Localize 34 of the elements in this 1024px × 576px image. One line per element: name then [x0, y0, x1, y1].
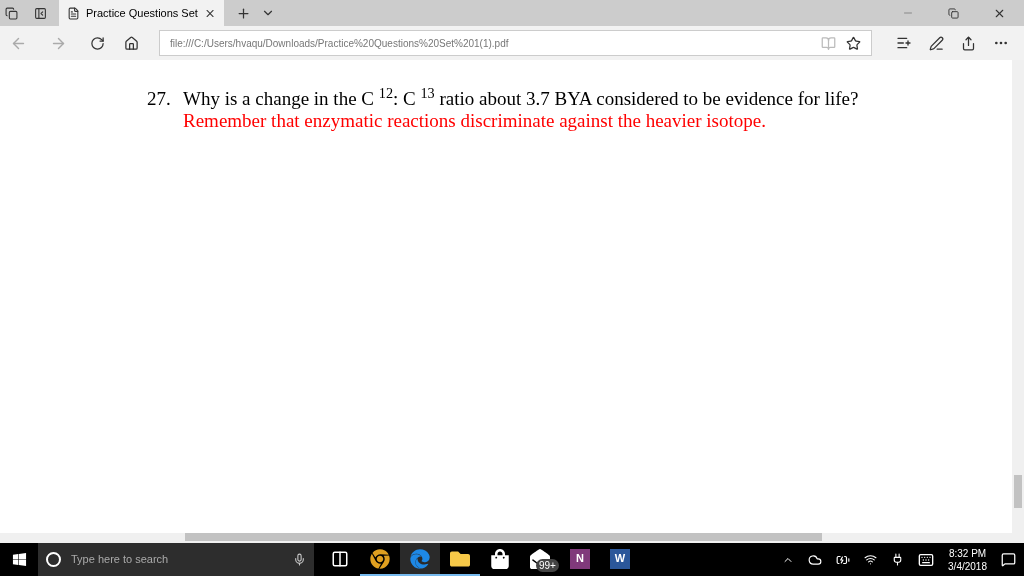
shopping-bag-icon[interactable]	[490, 548, 510, 569]
notifications-icon[interactable]	[1001, 552, 1016, 567]
edge-icon[interactable]	[410, 548, 430, 569]
restore-icon[interactable]	[948, 7, 959, 19]
set-aside-tabs-icon[interactable]	[34, 6, 47, 20]
pen-icon[interactable]	[929, 35, 944, 51]
word-icon[interactable]: W	[610, 548, 630, 569]
question-number: 27.	[147, 88, 172, 111]
favorites-list-icon[interactable]	[896, 35, 912, 51]
browser-tab[interactable]: Practice Questions Set	[59, 0, 224, 26]
windows-start-icon[interactable]	[11, 552, 27, 567]
address-bar[interactable]: file:///C:/Users/hvaqu/Downloads/Practice%20Questions%20Set%201(1).pdf	[159, 30, 872, 56]
url-text: file:///C:/Users/hvaqu/Downloads/Practice%20Questions%20Set%201(1).pdf	[170, 36, 509, 51]
answer-hint: Remember that enzymatic reactions discriminate against the heavier isotope.	[183, 110, 767, 132]
cloud-icon[interactable]	[808, 552, 823, 567]
pdf-file-icon	[67, 6, 80, 20]
horizontal-scrollbar[interactable]	[0, 533, 1024, 543]
keyboard-icon[interactable]	[918, 551, 935, 568]
search-field[interactable]: Type here to search	[38, 543, 314, 576]
home-icon[interactable]	[124, 35, 139, 51]
share-icon[interactable]	[961, 35, 976, 51]
clock[interactable]: 8:32 PM 3/4/2018	[948, 546, 987, 573]
search-placeholder: Type here to search	[71, 552, 169, 568]
chrome-icon[interactable]	[370, 548, 390, 569]
question-text: Why is a change in the C $^{12}$: C $^{13}$ ratio about 3.7 BYA considered to be evidence for life?	[183, 88, 860, 110]
refresh-icon[interactable]	[90, 35, 105, 51]
favorite-star-icon[interactable]	[846, 35, 861, 51]
onenote-icon[interactable]: N	[570, 548, 590, 569]
microphone-icon[interactable]	[293, 553, 306, 566]
tabs-aside-icon[interactable]	[5, 6, 18, 20]
wifi-icon[interactable]	[864, 553, 878, 566]
tab-title: Practice Questions Set	[86, 5, 198, 21]
task-view-icon[interactable]	[331, 549, 349, 568]
new-tab-icon[interactable]	[236, 5, 251, 21]
